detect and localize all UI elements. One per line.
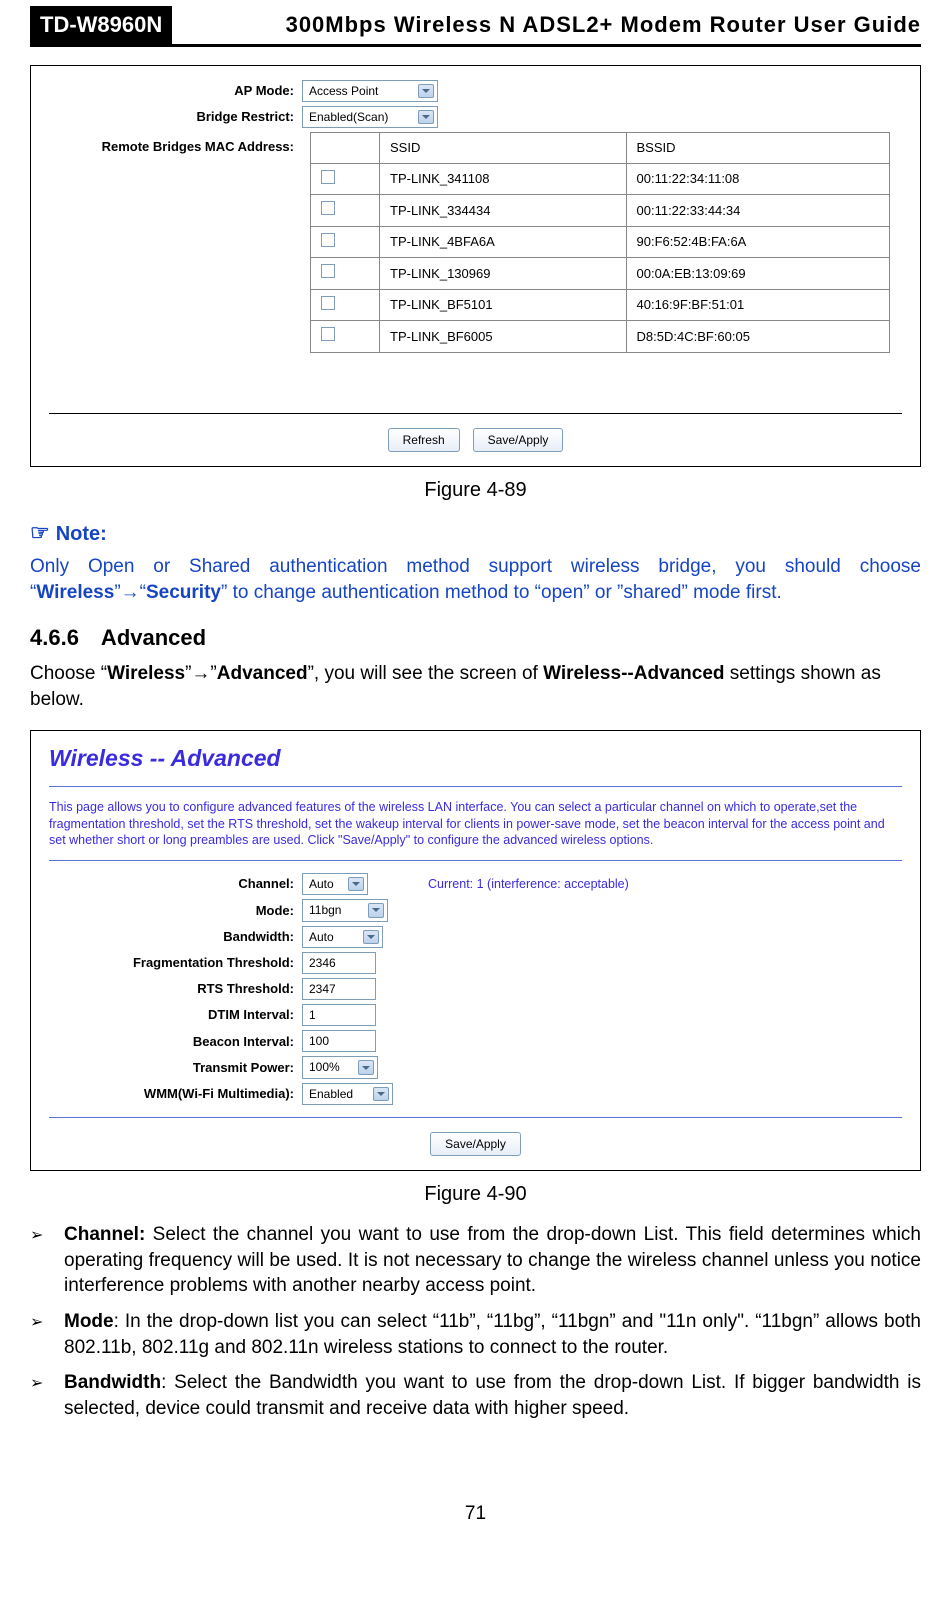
figure-4-90-caption: Figure 4-90 — [30, 1181, 921, 1208]
feature-bullets: ➢ Channel: Select the channel you want t… — [30, 1222, 921, 1421]
col-bssid: BSSID — [626, 133, 890, 164]
mode-label: Mode: — [49, 902, 302, 920]
cell-bssid: 90:F6:52:4B:FA:6A — [626, 226, 890, 258]
beacon-input[interactable]: 100 — [302, 1030, 376, 1052]
tx-power-label: Transmit Power: — [49, 1059, 302, 1077]
row-checkbox[interactable] — [321, 296, 335, 310]
cell-ssid: TP-LINK_130969 — [380, 258, 627, 290]
bandwidth-label: Bandwidth: — [49, 928, 302, 946]
bandwidth-select[interactable]: Auto — [302, 926, 383, 948]
wireless-advanced-desc: This page allows you to configure advanc… — [49, 799, 902, 848]
table-row: TP-LINK_BF6005D8:5D:4C:BF:60:05 — [311, 321, 890, 353]
save-apply-button[interactable]: Save/Apply — [430, 1132, 521, 1156]
pointing-hand-icon: ☞ — [30, 520, 50, 545]
ap-mode-label: AP Mode: — [49, 82, 302, 100]
frag-input[interactable]: 2346 — [302, 952, 376, 974]
frag-label: Fragmentation Threshold: — [49, 954, 302, 972]
mode-select[interactable]: 11bgn — [302, 899, 388, 921]
table-row: TP-LINK_34110800:11:22:34:11:08 — [311, 163, 890, 195]
wmm-select[interactable]: Enabled — [302, 1083, 393, 1105]
rts-input[interactable]: 2347 — [302, 978, 376, 1000]
cell-bssid: 40:16:9F:BF:51:01 — [626, 289, 890, 321]
row-checkbox[interactable] — [321, 233, 335, 247]
section-4-6-6-title: 4.6.6 Advanced — [30, 623, 921, 653]
cell-ssid: TP-LINK_341108 — [380, 163, 627, 195]
refresh-button[interactable]: Refresh — [388, 428, 460, 452]
save-apply-button[interactable]: Save/Apply — [473, 428, 564, 452]
bullet-bandwidth: ➢ Bandwidth: Select the Bandwidth you wa… — [30, 1370, 921, 1421]
bullet-marker-icon: ➢ — [30, 1309, 64, 1360]
row-checkbox[interactable] — [321, 264, 335, 278]
row-checkbox[interactable] — [321, 327, 335, 341]
channel-label: Channel: — [49, 875, 302, 893]
bridge-restrict-select[interactable]: Enabled(Scan) — [302, 106, 438, 128]
cell-ssid: TP-LINK_BF6005 — [380, 321, 627, 353]
cell-ssid: TP-LINK_334434 — [380, 195, 627, 227]
bridge-restrict-label: Bridge Restrict: — [49, 108, 302, 126]
bullet-channel: ➢ Channel: Select the channel you want t… — [30, 1222, 921, 1299]
table-row: TP-LINK_BF510140:16:9F:BF:51:01 — [311, 289, 890, 321]
guide-title: 300Mbps Wireless N ADSL2+ Modem Router U… — [172, 6, 921, 40]
page-number: 71 — [30, 1501, 921, 1527]
ap-mode-select[interactable]: Access Point — [302, 80, 438, 102]
cell-bssid: 00:11:22:34:11:08 — [626, 163, 890, 195]
cell-ssid: TP-LINK_BF5101 — [380, 289, 627, 321]
wmm-label: WMM(Wi-Fi Multimedia): — [49, 1085, 302, 1103]
note-header: ☞ Note: — [30, 518, 921, 548]
figure-4-89-caption: Figure 4-89 — [30, 477, 921, 504]
cell-bssid: 00:11:22:33:44:34 — [626, 195, 890, 227]
page-root: TD-W8960N 300Mbps Wireless N ADSL2+ Mode… — [0, 0, 951, 1587]
figure-4-90-box: Wireless -- Advanced This page allows yo… — [30, 730, 921, 1171]
beacon-label: Beacon Interval: — [49, 1033, 302, 1051]
channel-select[interactable]: Auto — [302, 873, 368, 895]
dtim-label: DTIM Interval: — [49, 1006, 302, 1024]
page-header: TD-W8960N 300Mbps Wireless N ADSL2+ Mode… — [30, 0, 921, 47]
rts-label: RTS Threshold: — [49, 980, 302, 998]
channel-status: Current: 1 (interference: acceptable) — [368, 876, 629, 893]
cell-bssid: 00:0A:EB:13:09:69 — [626, 258, 890, 290]
row-checkbox[interactable] — [321, 170, 335, 184]
figure-4-89-box: AP Mode: Access Point Bridge Restrict: E… — [30, 65, 921, 467]
bullet-mode: ➢ Mode: In the drop-down list you can se… — [30, 1309, 921, 1360]
col-ssid: SSID — [380, 133, 627, 164]
table-row: TP-LINK_13096900:0A:EB:13:09:69 — [311, 258, 890, 290]
note-label: Note: — [56, 523, 107, 545]
wireless-advanced-title: Wireless -- Advanced — [49, 743, 902, 774]
scan-table: SSID BSSID TP-LINK_34110800:11:22:34:11:… — [310, 132, 890, 353]
bullet-marker-icon: ➢ — [30, 1222, 64, 1299]
tx-power-select[interactable]: 100% — [302, 1056, 378, 1078]
remote-mac-label: Remote Bridges MAC Address: — [49, 132, 302, 156]
cell-bssid: D8:5D:4C:BF:60:05 — [626, 321, 890, 353]
section-intro: Choose “Wireless”→”Advanced”, you will s… — [30, 661, 921, 712]
model-badge: TD-W8960N — [30, 6, 172, 44]
bullet-marker-icon: ➢ — [30, 1370, 64, 1421]
cell-ssid: TP-LINK_4BFA6A — [380, 226, 627, 258]
col-blank — [311, 133, 380, 164]
dtim-input[interactable]: 1 — [302, 1004, 376, 1026]
note-body: Only Open or Shared authentication metho… — [30, 554, 921, 605]
table-row: TP-LINK_33443400:11:22:33:44:34 — [311, 195, 890, 227]
row-checkbox[interactable] — [321, 201, 335, 215]
table-row: TP-LINK_4BFA6A90:F6:52:4B:FA:6A — [311, 226, 890, 258]
